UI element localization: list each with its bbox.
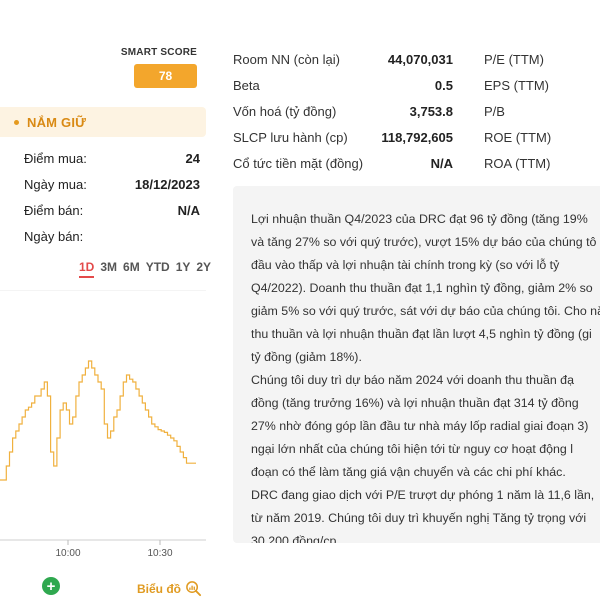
hold-status-text: NẮM GIỮ (27, 114, 87, 130)
commentary-line: Q4/2022). Doanh thu thuần đạt 1,1 nghìn … (251, 281, 593, 295)
buy-date-label: Ngày mua: (24, 176, 87, 192)
commentary-line: đồng (tăng trưởng 16%) và lợi nhuận thuầ… (251, 396, 579, 410)
stat-row-market-cap: Vốn hoá (tỷ đồng) 3,753.8 P/B (233, 98, 600, 124)
commentary-line: Lợi nhuận thuần Q4/2023 của DRC đạt 96 t… (251, 212, 588, 226)
commentary-line: Chúng tôi duy trì dự báo năm 2024 với do… (251, 373, 574, 387)
stat-value: 118,792,605 (381, 129, 453, 145)
add-plus-icon[interactable]: + (42, 577, 60, 595)
tab-1y[interactable]: 1Y (176, 260, 191, 278)
status-dot-icon (14, 119, 19, 125)
magnifier-chart-icon (186, 581, 202, 597)
sell-date-label: Ngày bán: (24, 228, 84, 244)
stat-value: 0.5 (434, 77, 453, 93)
stat-value: 3,753.8 (409, 103, 453, 119)
stat-value: 44,070,031 (387, 51, 453, 67)
stock-stats-table: Room NN (còn lại) 44,070,031 P/E (TTM) B… (233, 46, 600, 176)
stat-label-pe: P/E (TTM) (484, 51, 544, 67)
sell-point-row: Điểm bán: N/A (24, 200, 200, 220)
chart-link-button[interactable]: Biểu đồ (137, 580, 202, 597)
commentary-line: DRC đang giao dịch với P/E trượt dự phón… (251, 488, 595, 502)
stat-label-roe: ROE (TTM) (484, 129, 552, 145)
smart-score-label: SMART SCORE (120, 47, 197, 58)
stat-label: Cổ tức tiền mặt (đồng) (233, 155, 364, 171)
stat-label-pb: P/B (484, 103, 505, 119)
stat-label: Beta (233, 77, 260, 93)
price-chart-svg: 10:00 10:30 (0, 290, 206, 559)
tab-3m[interactable]: 3M (100, 260, 117, 278)
hold-status-banner: NẮM GIỮ (0, 107, 206, 137)
commentary-line: tỷ đồng (giảm 18%). (251, 350, 362, 364)
sell-date-row: Ngày bán: (24, 226, 200, 246)
tab-1d[interactable]: 1D (79, 260, 95, 278)
buy-date-row: Ngày mua: 18/12/2023 (24, 174, 200, 194)
stat-label-roa: ROA (TTM) (484, 155, 551, 171)
smart-score-badge: 78 (134, 64, 197, 88)
commentary-line: và tăng 27% so với quý trước), vượt 15% … (251, 235, 597, 249)
stat-row-cash-dividend: Cổ tức tiền mặt (đồng) N/A ROA (TTM) (233, 150, 600, 176)
tab-2y[interactable]: 2Y (196, 260, 211, 278)
commentary-line: đoạn có thể làm tăng giá vận chuyển và c… (251, 465, 566, 479)
sell-point-value: N/A (177, 202, 200, 218)
intraday-price-chart: 10:00 10:30 (0, 290, 206, 565)
buy-point-value: 24 (185, 150, 200, 166)
buy-point-row: Điểm mua: 24 (24, 148, 200, 168)
analyst-commentary-box: Lợi nhuận thuần Q4/2023 của DRC đạt 96 t… (233, 186, 600, 543)
stat-label: SLCP lưu hành (cp) (233, 129, 348, 145)
stat-label: Vốn hoá (tỷ đồng) (233, 103, 337, 119)
commentary-line: ngại lớn nhất của chúng tôi hiện tới từ … (251, 442, 573, 456)
price-line (0, 360, 196, 481)
chart-link-label: Biểu đồ (137, 581, 181, 596)
tab-ytd[interactable]: YTD (146, 260, 170, 278)
buy-point-label: Điểm mua: (24, 150, 87, 166)
stat-row-beta: Beta 0.5 EPS (TTM) (233, 72, 600, 98)
commentary-line: thu thuần và lợi nhuận thuần đạt lần lượ… (251, 327, 592, 341)
stat-value: N/A (430, 155, 453, 171)
commentary-line: 27% nhờ đóng góp lần đầu tư nhà máy lốp … (251, 419, 589, 433)
stat-label-eps: EPS (TTM) (484, 77, 549, 93)
stat-row-shares-outstanding: SLCP lưu hành (cp) 118,792,605 ROE (TTM) (233, 124, 600, 150)
tab-6m[interactable]: 6M (123, 260, 140, 278)
time-range-tabs: 1D 3M 6M YTD 1Y 2Y (79, 260, 211, 278)
commentary-line: giảm 5% so với quý trước, sát với dự báo… (251, 304, 600, 318)
x-tick-label-1000: 10:00 (55, 548, 80, 559)
commentary-line: từ năm 2019. Chúng tôi duy trì khuyến ng… (251, 511, 587, 525)
stat-row-foreign-room: Room NN (còn lại) 44,070,031 P/E (TTM) (233, 46, 600, 72)
commentary-line: 30.200 đồng/cp. (251, 534, 340, 543)
x-tick-label-1030: 10:30 (147, 548, 172, 559)
commentary-line: đầu vào thấp và lợi nhuận tài chính tron… (251, 258, 560, 272)
stat-label: Room NN (còn lại) (233, 51, 340, 67)
sell-point-label: Điểm bán: (24, 202, 84, 218)
buy-date-value: 18/12/2023 (134, 176, 200, 192)
